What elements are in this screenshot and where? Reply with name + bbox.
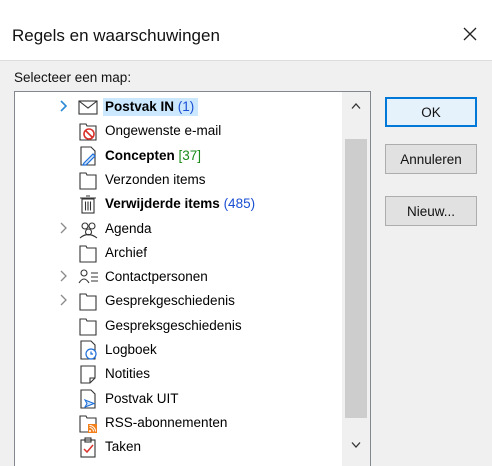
- chevron-right-icon[interactable]: [59, 293, 69, 307]
- title-bar: Regels en waarschuwingen: [0, 0, 492, 60]
- folder-label: Postvak UIT: [105, 390, 179, 408]
- vertical-scrollbar[interactable]: [342, 92, 370, 466]
- drafts-icon: [77, 145, 99, 167]
- folder-prompt-label: Selecteer een map:: [14, 70, 132, 85]
- folder-icon: [77, 169, 99, 191]
- folder-item[interactable]: Contactpersonen: [15, 265, 342, 289]
- folder-name: Gespreksgeschiedenis: [105, 317, 242, 333]
- folder-name: Agenda: [105, 220, 152, 236]
- junk-email-icon: [77, 120, 99, 142]
- folder-icon: [77, 315, 99, 337]
- folder-item[interactable]: Verzonden items: [15, 168, 342, 192]
- folder-icon: [77, 242, 99, 264]
- ok-button[interactable]: OK: [385, 97, 477, 127]
- folder-name: Contactpersonen: [105, 269, 208, 285]
- scroll-down-icon[interactable]: [342, 433, 370, 457]
- chevron-right-icon[interactable]: [59, 99, 69, 113]
- folder-name: Ongewenste e-mail: [105, 123, 222, 139]
- folder-count: [37]: [174, 147, 202, 163]
- folder-label: Postvak IN (1): [103, 98, 199, 116]
- folder-label: Gespreksgeschiedenis: [105, 317, 242, 335]
- scroll-up-icon[interactable]: [342, 94, 370, 118]
- calendar-people-icon: [77, 218, 99, 240]
- folder-item[interactable]: RSS-abonnementen: [15, 411, 342, 435]
- outbox-icon: [77, 388, 99, 410]
- folder-item[interactable]: Postvak IN (1): [15, 95, 342, 119]
- folder-label: Concepten [37]: [105, 147, 201, 165]
- folder-label: Contactpersonen: [105, 268, 208, 286]
- folder-count: (1): [174, 99, 195, 114]
- folder-name: Postvak UIT: [105, 390, 179, 406]
- folder-count: (485): [219, 196, 256, 212]
- folder-item[interactable]: Gespreksgeschiedenis: [15, 314, 342, 338]
- chevron-right-icon[interactable]: [59, 269, 69, 283]
- scrollbar-thumb[interactable]: [345, 139, 367, 418]
- folder-item[interactable]: Notities: [15, 362, 342, 386]
- journal-icon: [77, 339, 99, 361]
- contacts-icon: [77, 266, 99, 288]
- folder-label: Verwijderde items (485): [105, 195, 255, 213]
- folder-name: Postvak IN: [105, 99, 175, 114]
- folder-name: RSS-abonnementen: [105, 414, 228, 430]
- folder-name: Gesprekgeschiedenis: [105, 293, 235, 309]
- folder-item[interactable]: Verwijderde items (485): [15, 192, 342, 216]
- folder-item[interactable]: Postvak UIT: [15, 387, 342, 411]
- folder-item[interactable]: Agenda: [15, 217, 342, 241]
- folder-name: Notities: [105, 366, 151, 382]
- folder-name: Archief: [105, 244, 148, 260]
- folder-label: Notities: [105, 365, 150, 383]
- inbox-icon: [77, 96, 99, 118]
- trash-icon: [77, 193, 99, 215]
- notes-icon: [77, 363, 99, 385]
- folder-label: Archief: [105, 244, 147, 262]
- chevron-right-icon[interactable]: [59, 221, 69, 235]
- folder-tree[interactable]: Postvak IN (1) Ongewenste e-mail Concepten…: [14, 91, 371, 466]
- cancel-button[interactable]: Annuleren: [385, 144, 477, 174]
- folder-label: Logboek: [105, 341, 157, 359]
- folder-name: Verzonden items: [105, 171, 206, 187]
- folder-item[interactable]: Gesprekgeschiedenis: [15, 289, 342, 313]
- tasks-icon: [77, 436, 99, 458]
- folder-name: Logboek: [105, 342, 157, 357]
- rss-icon: [77, 412, 99, 434]
- dialog-title: Regels en waarschuwingen: [12, 26, 220, 45]
- folder-label: Gesprekgeschiedenis: [105, 292, 235, 310]
- close-icon[interactable]: [456, 20, 484, 48]
- folder-item[interactable]: Concepten [37]: [15, 144, 342, 168]
- folder-label: Taken: [105, 438, 141, 456]
- folder-label: RSS-abonnementen: [105, 414, 227, 432]
- new-folder-button[interactable]: Nieuw...: [385, 196, 477, 226]
- folder-item[interactable]: Ongewenste e-mail: [15, 119, 342, 143]
- folder-name: Verwijderde items: [105, 196, 220, 212]
- folder-label: Verzonden items: [105, 171, 206, 189]
- folder-label: Agenda: [105, 220, 152, 238]
- folder-item[interactable]: Archief: [15, 241, 342, 265]
- folder-name: Concepten: [105, 147, 175, 163]
- folder-name: Taken: [105, 439, 142, 455]
- folder-icon: [77, 290, 99, 312]
- folder-item[interactable]: Logboek: [15, 338, 342, 362]
- folder-label: Ongewenste e-mail: [105, 122, 221, 140]
- folder-item[interactable]: Taken: [15, 435, 342, 459]
